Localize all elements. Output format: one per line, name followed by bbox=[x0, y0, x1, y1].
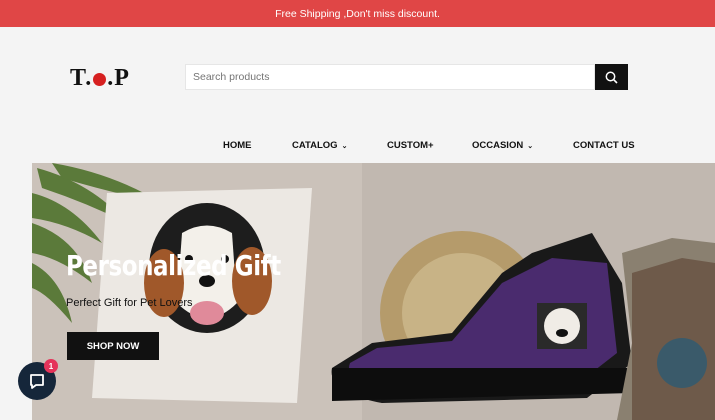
site-header: T..P HOME CATALOG⌄ CUSTOM+ OCCASION⌄ CON… bbox=[0, 27, 715, 163]
nav-label: CUSTOM+ bbox=[387, 140, 434, 151]
search-input[interactable] bbox=[186, 70, 594, 84]
dog-photo bbox=[92, 188, 312, 403]
announcement-bar: Free Shipping ,Don't miss discount. bbox=[0, 0, 715, 27]
search-icon bbox=[605, 71, 618, 84]
search-button[interactable] bbox=[595, 64, 628, 90]
nav-label: CATALOG bbox=[292, 140, 338, 151]
main-nav: HOME CATALOG ⌄ CUSTOM+ OCCASION ⌄ CONTACT … bbox=[0, 140, 715, 154]
shop-now-button[interactable]: SHOP NOW bbox=[67, 332, 159, 360]
nav-item-custom[interactable]: CUSTOM+ bbox=[387, 140, 434, 151]
unread-badge: 1 bbox=[44, 359, 58, 373]
nav-label: HOME bbox=[223, 140, 252, 151]
announcement-text: Free Shipping ,Don't miss discount. bbox=[275, 7, 440, 20]
hero-illustration bbox=[32, 163, 715, 420]
hero-subtitle: Perfect Gift for Pet Lovers bbox=[66, 297, 193, 309]
hero-banner[interactable]: Personalized Gift Perfect Gift for Pet L… bbox=[32, 163, 715, 420]
logo-dot-icon bbox=[93, 72, 107, 86]
chevron-down-icon: ⌄ bbox=[527, 143, 534, 150]
search-field[interactable] bbox=[185, 64, 595, 90]
chevron-down-icon: ⌄ bbox=[341, 143, 348, 150]
nav-item-occasion[interactable]: OCCASION ⌄ bbox=[472, 140, 533, 151]
site-logo[interactable]: T. .P bbox=[70, 65, 130, 92]
nav-item-contact-us[interactable]: CONTACT US bbox=[573, 140, 635, 151]
mandala-boot bbox=[617, 238, 715, 420]
nav-label: CONTACT US bbox=[573, 140, 635, 151]
chat-bubble-icon bbox=[30, 374, 44, 389]
nav-item-home[interactable]: HOME bbox=[223, 140, 252, 151]
hero-title: Personalized Gift bbox=[66, 249, 281, 282]
logo-text-right: .P bbox=[107, 65, 130, 91]
nav-label: OCCASION bbox=[472, 140, 524, 151]
logo-text-left: T. bbox=[70, 65, 93, 91]
nav-item-catalog[interactable]: CATALOG ⌄ bbox=[292, 140, 347, 151]
